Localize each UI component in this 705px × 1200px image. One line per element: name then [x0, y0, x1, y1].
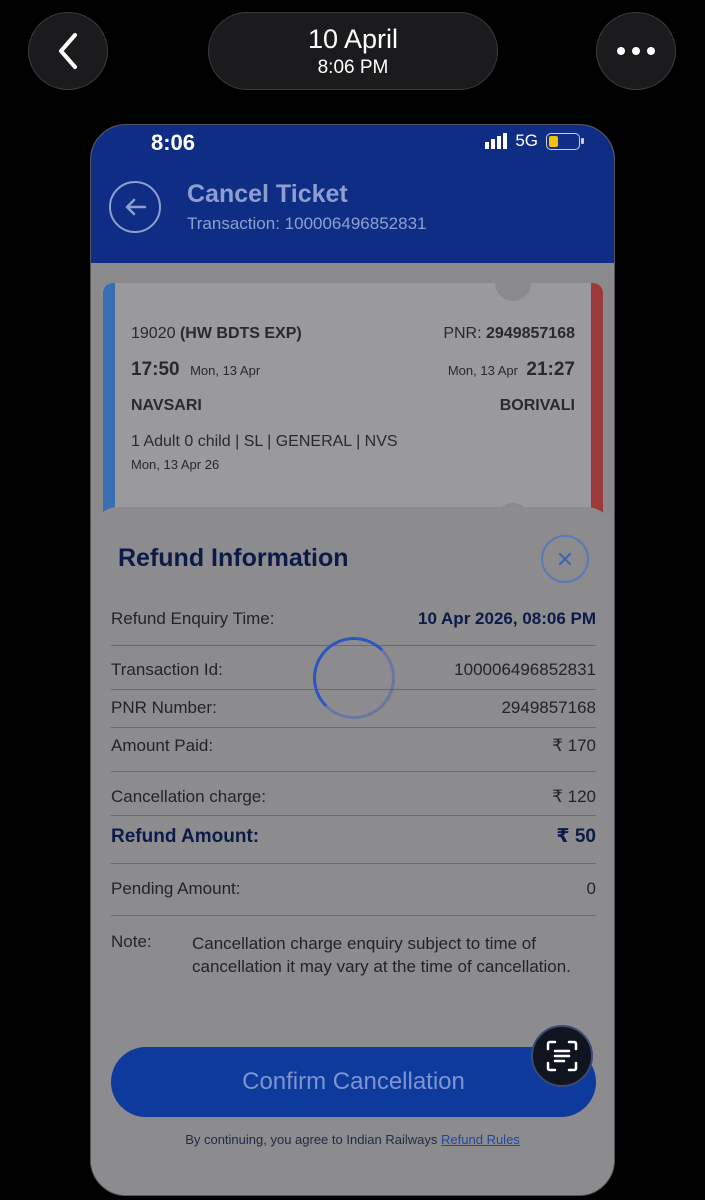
live-text-icon [546, 1040, 578, 1072]
viewer-date: 10 April [307, 24, 399, 54]
header-back-button[interactable] [109, 181, 161, 233]
divider [111, 863, 596, 864]
transaction-value: 100006496852831 [284, 214, 427, 233]
chevron-left-icon [59, 33, 77, 69]
boarding-station: NVS [364, 433, 398, 450]
train-name: (HW BDTS EXP) [179, 325, 302, 342]
live-text-button[interactable] [531, 1025, 593, 1087]
refund-rules-link[interactable]: Refund Rules [441, 1132, 520, 1147]
note-label: Note: [111, 932, 152, 951]
network-type: 5G [515, 131, 538, 150]
row-label: Transaction Id: [111, 660, 223, 679]
row-label: PNR Number: [111, 698, 217, 717]
depart-date: Mon, 13 Apr [190, 363, 261, 378]
viewer-time: 8:06 PM [317, 57, 389, 78]
close-icon [559, 553, 571, 565]
divider [111, 727, 596, 728]
viewer-back-button[interactable] [28, 12, 108, 90]
from-station: NAVSARI [131, 397, 202, 414]
train-info: 19020 (HW BDTS EXP) [131, 325, 302, 343]
row-pending-amount: Pending Amount: 0 [111, 879, 596, 899]
pnr-info: PNR: 2949857168 [443, 325, 575, 343]
sheet-title: Refund Information [118, 544, 349, 572]
row-value: 10 Apr 2026, 08:06 PM [418, 609, 596, 628]
ellipsis-icon [617, 47, 655, 55]
confirm-label: Confirm Cancellation [242, 1068, 465, 1095]
phone-screenshot: 8:06 5G Cancel Ticket Transaction: 10000… [90, 124, 615, 1196]
row-label: Amount Paid: [111, 736, 214, 755]
status-icons: 5G [485, 131, 584, 151]
viewer-more-button[interactable] [596, 12, 676, 90]
battery-icon [546, 132, 584, 150]
travel-class: SL [243, 433, 263, 450]
signal-icon [485, 133, 508, 149]
status-time: 8:06 [151, 130, 196, 155]
row-value: ₹ 50 [556, 826, 596, 847]
row-label: Cancellation charge: [111, 787, 266, 806]
refund-sheet: Refund Information Refund Enquiry Time: … [91, 507, 614, 1195]
app-header: 8:06 5G Cancel Ticket Transaction: 10000… [91, 125, 614, 263]
row-value: 2949857168 [501, 698, 596, 717]
journey-date: Mon, 13 Apr 26 [131, 457, 220, 472]
row-refund-amount: Refund Amount: ₹ 50 [111, 825, 596, 848]
confirm-cancellation-button[interactable]: Confirm Cancellation [111, 1047, 596, 1117]
row-label: Refund Amount: [111, 825, 260, 847]
row-value: 0 [586, 879, 596, 898]
close-button[interactable] [541, 535, 589, 583]
passenger-count: 1 Adult 0 child [131, 433, 231, 450]
booking-details: 1 Adult 0 child | SL | GENERAL | NVS [131, 433, 398, 450]
row-label: Refund Enquiry Time: [111, 609, 275, 628]
arrival: Mon, 13 Apr 21:27 [448, 359, 575, 381]
divider [111, 815, 596, 816]
departure: 17:50 Mon, 13 Apr [131, 359, 260, 381]
train-number: 19020 [131, 325, 176, 342]
depart-time: 17:50 [131, 359, 180, 380]
divider [111, 771, 596, 772]
divider [111, 915, 596, 916]
row-value: ₹ 120 [552, 787, 596, 806]
arrow-left-icon [125, 198, 147, 216]
pnr-value: 2949857168 [486, 325, 575, 342]
transaction-label: Transaction: [187, 214, 280, 233]
pnr-label: PNR: [443, 325, 482, 342]
note-text: Cancellation charge enquiry subject to t… [192, 934, 571, 976]
row-label: Pending Amount: [111, 879, 241, 898]
row-cancellation-charge: Cancellation charge: ₹ 120 [111, 787, 596, 807]
ticket-notch [495, 265, 531, 301]
to-station: BORIVALI [499, 397, 575, 414]
row-amount-paid: Amount Paid: ₹ 170 [111, 736, 596, 756]
loading-spinner [313, 637, 395, 719]
row-value: ₹ 170 [552, 736, 596, 755]
quota: GENERAL [275, 433, 352, 450]
row-value: 100006496852831 [454, 660, 596, 679]
viewer-date-pill: 10 April 8:06 PM [208, 12, 498, 90]
row-enquiry-time: Refund Enquiry Time: 10 Apr 2026, 08:06 … [111, 609, 596, 629]
arrive-time: 21:27 [526, 359, 575, 380]
terms-text: By continuing, you agree to Indian Railw… [91, 1132, 614, 1147]
page-title: Cancel Ticket [187, 180, 348, 208]
terms-prefix: By continuing, you agree to Indian Railw… [185, 1132, 438, 1147]
transaction-line: Transaction: 100006496852831 [187, 214, 426, 234]
arrive-date: Mon, 13 Apr [447, 363, 518, 378]
